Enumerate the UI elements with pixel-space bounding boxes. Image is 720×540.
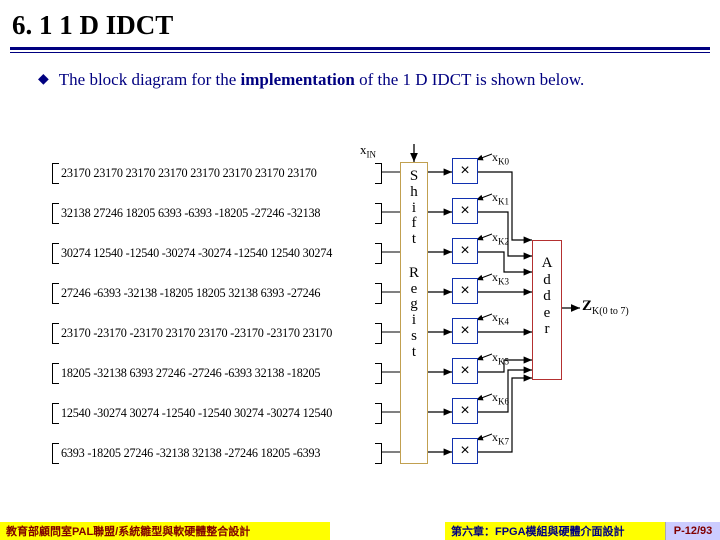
slide-body: ◆ The block diagram for the implementati…: [0, 53, 720, 90]
bullet-text: The block diagram for the implementation…: [59, 69, 585, 90]
mult-input-label: xK4: [492, 310, 509, 326]
matrix-row: 23170 -23170 -23170 23170 23170 -23170 -…: [52, 324, 382, 342]
mult-input-label: xK1: [492, 190, 509, 206]
adder-block: A d d e r: [532, 240, 562, 380]
footer-right: 第六章：FPGA模組與硬體介面設計: [445, 522, 665, 540]
shift-register-block: S h i f t R e g i s t: [400, 162, 428, 464]
multiplier: ×: [452, 158, 478, 184]
mult-input-label: xK6: [492, 390, 509, 406]
multiplier: ×: [452, 278, 478, 304]
mult-input-label: xK2: [492, 230, 509, 246]
multiplier: ×: [452, 438, 478, 464]
slide-title: 6. 1 1 D IDCT: [12, 10, 708, 41]
mult-input-label: xK0: [492, 150, 509, 166]
matrix-row: 23170 23170 23170 23170 23170 23170 2317…: [52, 164, 382, 182]
multiplier: ×: [452, 398, 478, 424]
mult-input-label: xK7: [492, 430, 509, 446]
matrix-row: 6393 -18205 27246 -32138 32138 -27246 18…: [52, 444, 382, 462]
matrix-row: 30274 12540 -12540 -30274 -30274 -12540 …: [52, 244, 382, 262]
footer-left: 教育部顧問室PAL聯盟/系統雛型與軟硬體整合設計: [0, 522, 330, 540]
slide-footer: 教育部顧問室PAL聯盟/系統雛型與軟硬體整合設計 第六章：FPGA模組與硬體介面…: [0, 522, 720, 540]
multiplier: ×: [452, 198, 478, 224]
multiplier: ×: [452, 358, 478, 384]
footer-spacer: [330, 522, 445, 540]
footer-page: P-12/93: [665, 522, 720, 540]
block-diagram: xIN 23170 23170 23170 23170 23170 23170 …: [52, 140, 672, 500]
output-label: ZK(0 to 7): [582, 298, 629, 317]
input-label: xIN: [360, 142, 376, 160]
divider-thick: [10, 47, 710, 50]
matrix-row: 32138 27246 18205 6393 -6393 -18205 -272…: [52, 204, 382, 222]
bullet-icon: ◆: [38, 71, 49, 89]
mult-input-label: xK3: [492, 270, 509, 286]
matrix-row: 27246 -6393 -32138 -18205 18205 32138 63…: [52, 284, 382, 302]
matrix-row: 18205 -32138 6393 27246 -27246 -6393 321…: [52, 364, 382, 382]
multiplier: ×: [452, 238, 478, 264]
multiplier: ×: [452, 318, 478, 344]
slide-header: 6. 1 1 D IDCT: [0, 0, 720, 45]
matrix-row: 12540 -30274 30274 -12540 -12540 30274 -…: [52, 404, 382, 422]
mult-input-label: xK5: [492, 350, 509, 366]
